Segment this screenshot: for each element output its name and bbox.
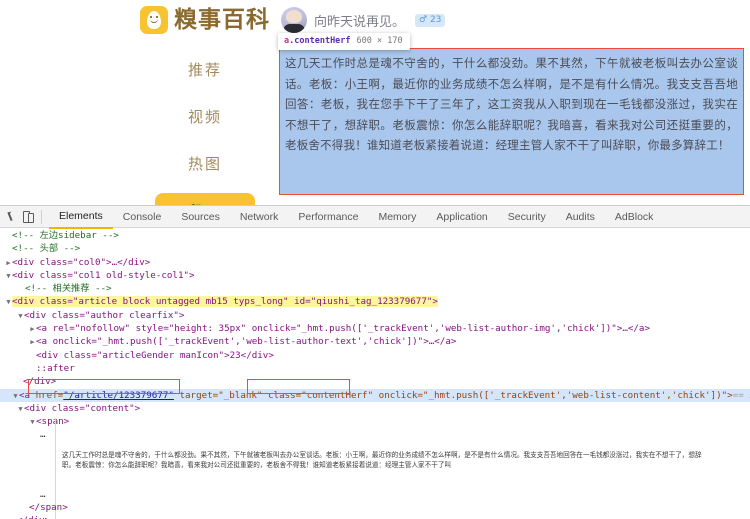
attr-href-value[interactable]: "/article/123379677" [63,390,174,401]
nav-item-duanzi[interactable]: 段子 [155,193,255,205]
article-column: 向昨天说再见。 ♂ 23 a.contentHerf 600 × 170 这几天工… [277,0,750,205]
tooltip-dimensions: 600 × 170 [356,36,403,46]
node-author-text-anchor[interactable]: <a onclick="_hmt.push(['_trackEvent','we… [36,336,456,347]
collapse-triangle-icon[interactable]: ▼ [29,416,36,429]
avatar[interactable] [281,7,307,33]
collapse-triangle-icon[interactable]: ▼ [5,296,12,309]
tab-audits[interactable]: Audits [556,206,605,228]
node-col1[interactable]: <div class="col1 old-style-col1"> [12,270,195,281]
nav-item-hotimage[interactable]: 热图 [150,140,260,187]
dom-line-author-text-link: ▶<a onclick="_hmt.push(['_trackEvent','w… [0,335,750,348]
collapse-triangle-icon[interactable]: ▼ [17,310,24,323]
tooltip-class-name: .contentHerf [289,36,351,46]
article-author-row[interactable]: 向昨天说再见。 ♂ 23 [281,5,446,35]
comment-sidebar: <!-- 左边sidebar --> [12,230,119,241]
tab-adblock[interactable]: AdBlock [605,206,664,228]
attr-target: target="_blank" [179,389,263,401]
dom-line-close-author: </div> [0,375,750,388]
dom-tree[interactable]: <!-- 左边sidebar --> <!-- 头部 --> ▶<div cla… [0,228,750,519]
dom-line-comment-sidebar: <!-- 左边sidebar --> [0,229,750,242]
inspector-element-tooltip: a.contentHerf 600 × 170 [278,33,410,50]
tab-network[interactable]: Network [230,206,289,228]
node-article-div[interactable]: <div class="article block untagged mb15 … [12,296,438,308]
gender-age-badge: ♂ 23 [415,13,446,27]
node-span-close[interactable]: </span> [29,502,68,513]
expand-triangle-icon[interactable]: ▶ [29,323,36,336]
devtools-panel: Elements Console Sources Network Perform… [0,205,750,519]
node-col0[interactable]: <div class="col0">…</div> [12,257,150,268]
attr-href-name: href= [35,389,64,401]
tab-security[interactable]: Security [498,206,556,228]
comment-related: <!-- 相关推荐 --> [25,283,112,295]
nav-item-recommend[interactable]: 推荐 [150,46,260,93]
console-ref-dollar-zero: == $0 [732,389,750,401]
attr-class-contentherf: class="contentHerf" [268,389,374,401]
collapse-triangle-icon[interactable]: ▼ [12,390,19,403]
node-content-div-close[interactable]: </div> [17,515,50,519]
dom-line-comment-related: <!-- 相关推荐 --> [0,282,750,295]
node-text-content: 这几天工作时总是魂不守舍的，干什么都没劲。果不其然，下午就被老板叫去办公室谈话。… [62,450,702,470]
dom-line-col0: ▶<div class="col0">…</div> [0,256,750,269]
dom-line-article: ▼<div class="article block untagged mb15… [0,295,750,308]
site-logo-text: 糗事百科 [174,7,270,33]
comment-header: <!-- 头部 --> [12,243,81,255]
dom-line-author-img-link: ▶<a rel="nofollow" style="height: 35px" … [0,322,750,335]
dom-line-ellipsis: … [0,428,750,441]
dom-line-gender: <div class="articleGender manIcon">23</d… [0,349,750,362]
attr-onclick: onclick="_hmt.push(['_trackEvent','web-l… [378,389,733,401]
tab-elements[interactable]: Elements [49,205,113,229]
device-toolbar-icon[interactable] [20,209,35,224]
tab-application[interactable]: Application [426,206,497,228]
site-header: 糗事百科 推荐 视频 热图 段子 向昨天说再见。 ♂ 23 a.contentH… [0,0,750,205]
tab-sources[interactable]: Sources [171,206,230,228]
devtools-toolbar: Elements Console Sources Network Perform… [0,205,750,229]
dom-line-col1: ▼<div class="col1 old-style-col1"> [0,269,750,282]
node-content-div[interactable]: <div class="content"> [24,403,140,414]
qiushibaike-logo-icon [140,6,168,34]
logo-face-eyes [150,16,158,18]
node-ellipsis-bottom: … [40,488,46,500]
dom-line-after-pseudo: ::after [0,362,750,375]
nav-item-video[interactable]: 视频 [150,93,260,140]
author-name[interactable]: 向昨天说再见。 [314,11,405,30]
inspected-content-highlight[interactable]: 这几天工作时总是魂不守舍的，干什么都没劲。果不其然，下午就被老板叫去办公室谈话。… [279,48,744,195]
dom-line-ellipsis-2: … [0,488,750,501]
node-author-div[interactable]: <div class="author clearfix"> [24,310,184,321]
expand-triangle-icon[interactable]: ▶ [29,336,36,349]
node-after-pseudo[interactable]: ::after [36,363,75,374]
webpage-viewport: 糗事百科 推荐 视频 热图 段子 向昨天说再见。 ♂ 23 a.contentH… [0,0,750,205]
tab-console[interactable]: Console [113,206,172,228]
site-logo[interactable]: 糗事百科 [140,6,270,34]
node-author-img-anchor[interactable]: <a rel="nofollow" style="height: 35px" o… [36,323,650,334]
dom-line-content-div: ▼<div class="content"> [0,402,750,415]
article-content-text: 这几天工作时总是魂不守舍的，干什么都没劲。果不其然，下午就被老板叫去办公室谈话。… [285,56,738,152]
node-span-open[interactable]: <span> [36,416,69,427]
tab-memory[interactable]: Memory [368,206,426,228]
collapse-triangle-icon[interactable]: ▼ [17,403,24,416]
tab-performance[interactable]: Performance [288,206,368,228]
dom-line-selected-anchor[interactable]: ▼<a href="/article/123379677" target="_b… [0,388,750,403]
dom-line-span-close: </span> [0,501,750,514]
collapse-triangle-icon[interactable]: ▼ [5,270,12,283]
dom-line-div-close: </div> [0,514,750,519]
node-article-gender[interactable]: <div class="articleGender manIcon">23</d… [36,350,274,361]
toolbar-divider [41,209,42,224]
dom-line-author: ▼<div class="author clearfix"> [0,309,750,322]
devtools-tabs: Elements Console Sources Network Perform… [49,205,664,229]
inspect-element-icon[interactable] [4,209,19,224]
main-nav: 推荐 视频 热图 段子 [150,46,260,205]
dom-line-comment-header: <!-- 头部 --> [0,242,750,255]
node-author-close[interactable]: </div> [23,376,56,387]
expand-triangle-icon[interactable]: ▶ [5,257,12,270]
screenshot-root: 糗事百科 推荐 视频 热图 段子 向昨天说再见。 ♂ 23 a.contentH… [0,0,750,519]
node-ellipsis-top: … [40,429,46,441]
dom-line-span-open: ▼<span> [0,415,750,428]
